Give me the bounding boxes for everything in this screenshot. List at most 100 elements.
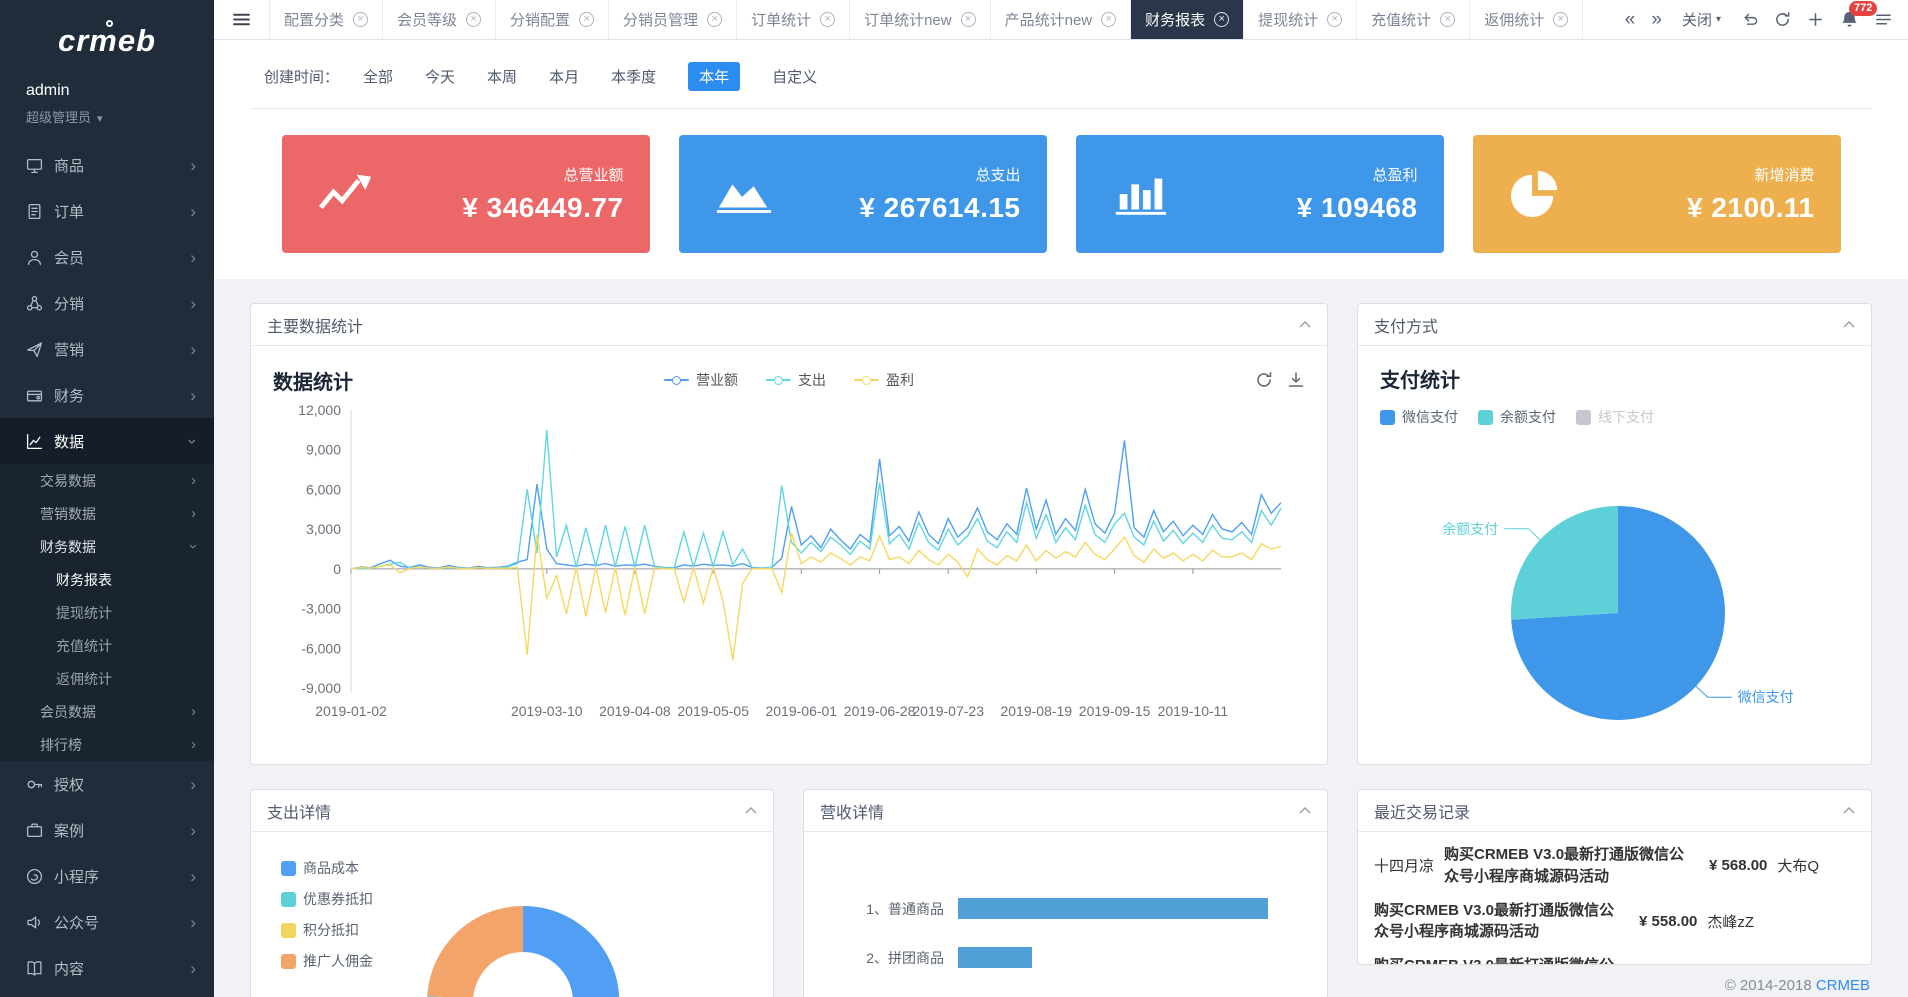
payment-methods-body: 支付统计 微信支付 余额支付 线下支付 微信支付余额支付 [1358, 346, 1871, 764]
filter-option-year[interactable]: 本年 [688, 62, 740, 91]
tab-recharge-stats[interactable]: 充值统计× [1357, 0, 1470, 39]
refresh-chart-icon[interactable] [1255, 371, 1273, 389]
tab-close-icon[interactable]: × [466, 12, 481, 27]
scroll-tabs-left-icon[interactable]: « [1625, 10, 1636, 29]
stat-card-total-expense[interactable]: 总支出 ¥ 267614.15 [679, 135, 1047, 253]
legend-item-coupon-deduction[interactable]: 优惠券抵扣 [281, 889, 373, 909]
tab-close-icon[interactable]: × [707, 12, 722, 27]
legend-marker [854, 379, 879, 381]
filter-option-custom[interactable]: 自定义 [772, 66, 817, 87]
tab-withdrawal-stats[interactable]: 提现统计× [1244, 0, 1357, 39]
fullscreen-icon[interactable] [1807, 11, 1824, 28]
sidebar-item-official-account[interactable]: 公众号 › [0, 899, 214, 945]
tab-distribution-config[interactable]: 分销配置 × [496, 0, 609, 39]
back-icon[interactable] [1741, 11, 1758, 28]
sidebar-item-orders[interactable]: 订单 › [0, 188, 214, 234]
stat-card-total-profit[interactable]: 总盈利 ¥ 109468 [1076, 135, 1444, 253]
tab-close-icon[interactable]: × [579, 12, 594, 27]
sidebar-item-goods[interactable]: 商品 › [0, 142, 214, 188]
bar[interactable] [958, 898, 1268, 919]
tab-order-stats-new[interactable]: 订单统计new× [850, 0, 991, 39]
tab-close-icon[interactable]: × [1440, 12, 1455, 27]
tab-financial-report[interactable]: 财务报表× [1131, 0, 1244, 39]
collapse-chevron-icon[interactable] [1843, 807, 1855, 814]
panel-title: 主要数据统计 [267, 313, 363, 337]
sidebar-item-finance[interactable]: 财务 › [0, 372, 214, 418]
sidebar-item-marketing[interactable]: 营销 › [0, 326, 214, 372]
stat-card-new-consumption[interactable]: 新增消费 ¥ 2100.11 [1473, 135, 1841, 253]
notification-badge: 772 [1849, 1, 1877, 16]
sidebar-item-distribution[interactable]: 分销 › [0, 280, 214, 326]
tab-close-icon[interactable]: × [1327, 12, 1342, 27]
stat-card-total-revenue[interactable]: 总营业额 ¥ 346449.77 [282, 135, 650, 253]
legend-item-goods-cost[interactable]: 商品成本 [281, 858, 373, 878]
sidebar-item-content[interactable]: 内容 › [0, 945, 214, 991]
sidebar-item-transaction-data[interactable]: 交易数据 › [0, 464, 214, 497]
tab-commission-stats[interactable]: 返佣统计× [1470, 0, 1583, 39]
tab-close-icon[interactable]: × [820, 12, 835, 27]
sidebar-item-financial-report[interactable]: 财务报表 [0, 563, 214, 596]
filter-option-quarter[interactable]: 本季度 [611, 66, 656, 87]
sidebar-item-label: 数据 [54, 431, 190, 452]
sidebar-item-financial-data[interactable]: 财务数据 › [0, 530, 214, 563]
sidebar-item-label: 授权 [54, 774, 190, 795]
legend-item-wechat-pay[interactable]: 微信支付 [1380, 407, 1458, 427]
sidebar-item-marketing-data[interactable]: 营销数据 › [0, 497, 214, 530]
scroll-tabs-right-icon[interactable]: » [1651, 10, 1662, 29]
sidebar-item-withdrawal-stats[interactable]: 提现统计 [0, 596, 214, 629]
sidebar-item-cases[interactable]: 案例 › [0, 807, 214, 853]
tab-member-level[interactable]: 会员等级× [383, 0, 496, 39]
sidebar-item-label: 财务 [54, 385, 190, 406]
tab-close-icon[interactable]: × [353, 12, 368, 27]
tab-label: 分销配置 [510, 9, 570, 30]
tab-distributor-management[interactable]: 分销员管理× [609, 0, 737, 39]
filter-option-today[interactable]: 今天 [425, 66, 455, 87]
notification-bell-icon[interactable]: 772 [1840, 10, 1859, 29]
filter-option-month[interactable]: 本月 [549, 66, 579, 87]
user-role-dropdown[interactable]: 超级管理员▾ [26, 107, 214, 126]
legend-item-promoter-commission[interactable]: 推广人佣金 [281, 951, 373, 971]
filter-option-all[interactable]: 全部 [363, 66, 393, 87]
sidebar-item-data[interactable]: 数据 › [0, 418, 214, 464]
sidebar-item-member-data[interactable]: 会员数据 › [0, 695, 214, 728]
svg-text:-9,000: -9,000 [301, 680, 341, 696]
sidebar-item-ranking[interactable]: 排行榜 › [0, 728, 214, 761]
collapse-sidebar-button[interactable] [214, 0, 270, 39]
sidebar-item-recharge-stats[interactable]: 充值统计 [0, 629, 214, 662]
panel-header: 主要数据统计 [251, 304, 1327, 346]
legend-item-profit[interactable]: 盈利 [854, 370, 914, 390]
collapse-chevron-icon[interactable] [745, 807, 757, 814]
svg-text:2019-06-01: 2019-06-01 [765, 703, 837, 719]
legend-item-balance-pay[interactable]: 余额支付 [1478, 407, 1556, 427]
tab-product-stats-new[interactable]: 产品统计new× [991, 0, 1132, 39]
legend-item-expense[interactable]: 支出 [766, 370, 826, 390]
sidebar-item-authorization[interactable]: 授权 › [0, 761, 214, 807]
chevron-down-icon: › [185, 438, 202, 444]
bar-chart-icon [1112, 172, 1172, 216]
tab-close-icon[interactable]: × [1553, 12, 1568, 27]
collapse-chevron-icon[interactable] [1843, 321, 1855, 328]
tab-order-stats[interactable]: 订单统计× [737, 0, 850, 39]
legend-item-points-deduction[interactable]: 积分抵扣 [281, 920, 373, 940]
download-chart-icon[interactable] [1287, 371, 1305, 389]
legend-item-offline-pay[interactable]: 线下支付 [1576, 407, 1654, 427]
bar[interactable] [958, 947, 1032, 968]
refresh-page-icon[interactable] [1774, 11, 1791, 28]
brand-logo[interactable]: crmeb [0, 0, 214, 82]
tab-config-category[interactable]: 配置分类× [270, 0, 383, 39]
tab-close-icon[interactable]: × [1214, 12, 1229, 27]
collapse-chevron-icon[interactable] [1299, 807, 1311, 814]
sidebar-item-miniprogram[interactable]: 小程序 › [0, 853, 214, 899]
legend-item-revenue[interactable]: 营业额 [664, 370, 738, 390]
sidebar-item-members[interactable]: 会员 › [0, 234, 214, 280]
sidebar-item-commission-stats[interactable]: 返佣统计 [0, 662, 214, 695]
crmeb-link[interactable]: CRMEB [1816, 977, 1870, 994]
close-tabs-dropdown[interactable]: 关闭▾ [1682, 9, 1721, 30]
main-statistics-panel: 主要数据统计 数据统计 营业额 支出 盈利 [250, 303, 1328, 765]
tab-close-icon[interactable]: × [961, 12, 976, 27]
collapse-chevron-icon[interactable] [1299, 321, 1311, 328]
message-list-icon[interactable] [1875, 11, 1892, 28]
panel-title: 支付方式 [1374, 313, 1438, 337]
filter-option-week[interactable]: 本周 [487, 66, 517, 87]
tab-close-icon[interactable]: × [1101, 12, 1116, 27]
